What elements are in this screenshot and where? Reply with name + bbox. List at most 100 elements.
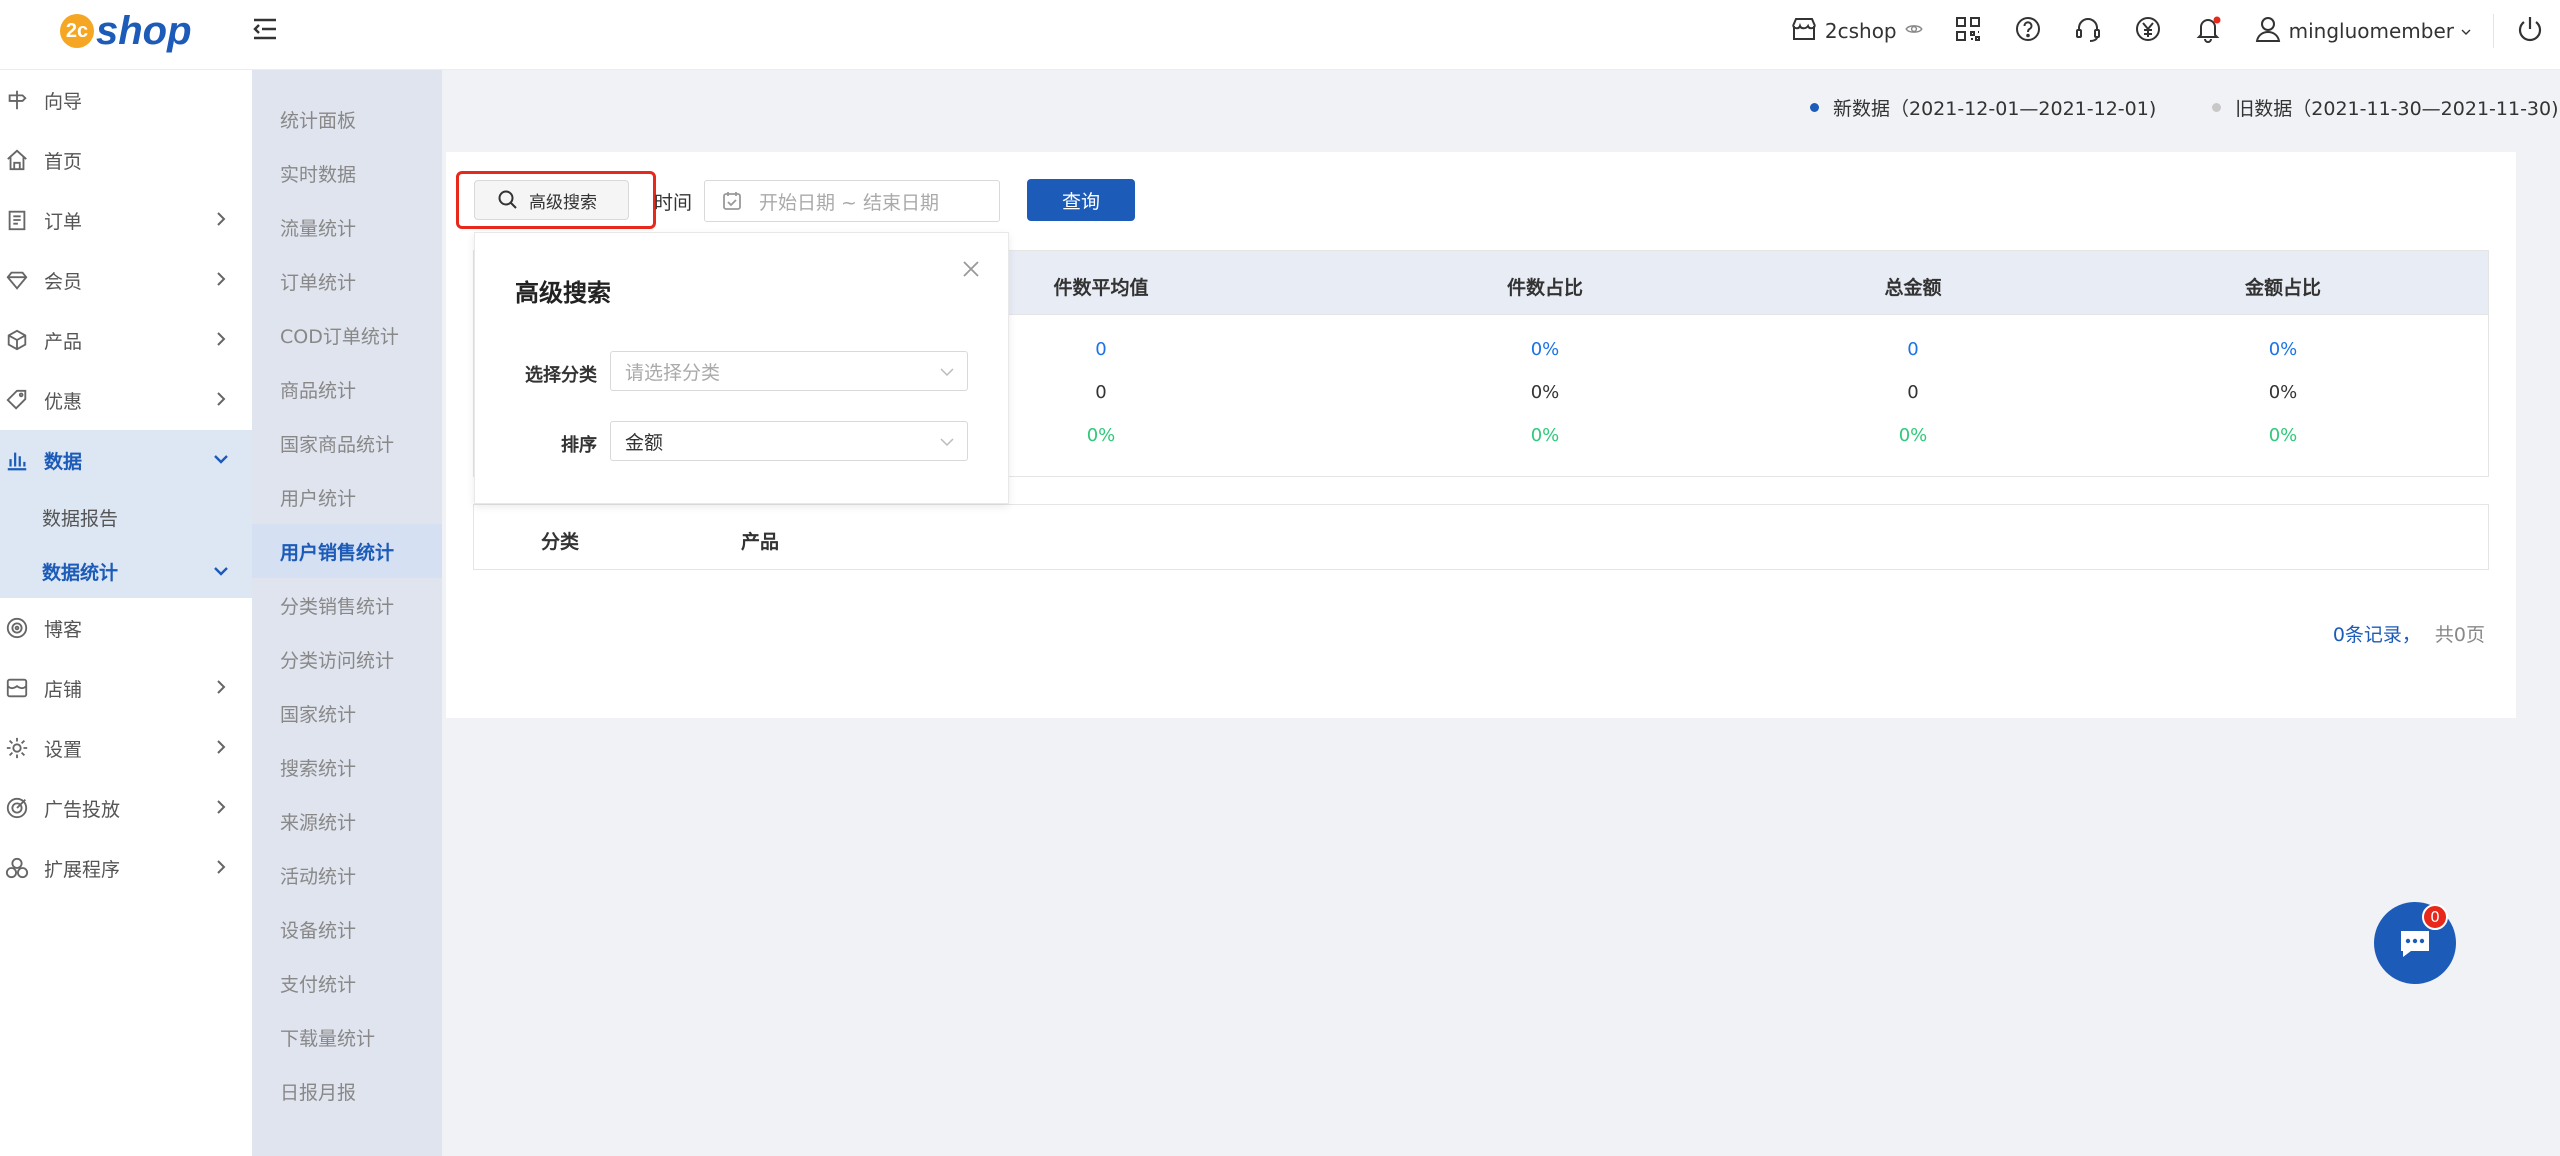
table-cell: 0 (1095, 339, 1107, 360)
new-data-label: 新数据（2021-12-01—2021-12-01) (1833, 98, 2157, 120)
sidebar-item-store[interactable]: 店铺 (0, 658, 252, 718)
sidebar-item-label: 广告投放 (44, 798, 121, 821)
chevron-right-icon (217, 740, 226, 754)
table-cell: 0% (1530, 339, 1560, 360)
sidebar-item-products[interactable]: 产品 (0, 310, 252, 370)
submenu-item[interactable]: 用户统计 (252, 470, 442, 524)
sidebar-item-label: 会员 (44, 270, 83, 293)
chevron-down-icon (940, 438, 954, 447)
category-select[interactable]: 请选择分类 (610, 351, 968, 391)
table-header: 件数占比 (1506, 277, 1584, 299)
qrcode-button[interactable] (1938, 0, 1998, 62)
sort-select[interactable]: 金额 (610, 421, 968, 461)
submenu-item[interactable]: 日报月报 (252, 1064, 442, 1118)
chevron-right-icon (217, 800, 226, 814)
support-button[interactable] (2058, 0, 2118, 62)
data-icon (4, 447, 30, 473)
table-header: 总金额 (1884, 277, 1942, 299)
submenu-item[interactable]: 国家商品统计 (252, 416, 442, 470)
sort-value: 金额 (625, 431, 664, 454)
chevron-down-icon (214, 567, 228, 576)
user-icon (2253, 14, 2283, 49)
submenu-item[interactable]: 流量统计 (252, 200, 442, 254)
sidebar-item-members[interactable]: 会员 (0, 250, 252, 310)
sidebar-item-ads[interactable]: 广告投放 (0, 778, 252, 838)
chevron-down-icon (214, 455, 228, 464)
product-icon (4, 327, 30, 353)
billing-button[interactable] (2118, 0, 2178, 62)
calendar-icon (723, 192, 741, 210)
submenu-item[interactable]: 支付统计 (252, 956, 442, 1010)
sidebar-subitem-data-report[interactable]: 数据报告 (0, 490, 252, 544)
submenu-item[interactable]: 下载量统计 (252, 1010, 442, 1064)
chevron-right-icon (217, 212, 226, 226)
date-range-input[interactable]: 开始日期 ~ 结束日期 (704, 180, 1000, 222)
top-bar: 2c shop 2cshop mingluomember (0, 0, 2560, 70)
sort-label: 排序 (561, 435, 597, 456)
order-icon (4, 207, 30, 233)
submenu-item[interactable]: 设备统计 (252, 902, 442, 956)
sidebar-item-label: 设置 (44, 738, 83, 761)
submenu-item[interactable]: 分类访问统计 (252, 632, 442, 686)
submenu-item[interactable]: 订单统计 (252, 254, 442, 308)
logo-text: shop (96, 8, 192, 53)
store-switch[interactable]: 2cshop (1774, 0, 1938, 62)
close-icon[interactable] (961, 259, 981, 279)
old-data-label: 旧数据（2021-11-30—2021-11-30) (2235, 98, 2559, 120)
sidebar-subitem-data-stats[interactable]: 数据统计 (0, 544, 252, 598)
query-button[interactable]: 查询 (1027, 179, 1135, 221)
table-cell: 0 (1907, 339, 1919, 360)
sidebar-item-label: 店铺 (44, 678, 83, 701)
user-menu[interactable]: mingluomember (2238, 0, 2487, 62)
extension-icon (4, 855, 30, 881)
menu-collapse-icon[interactable] (250, 14, 280, 44)
submenu-item[interactable]: COD订单统计 (252, 308, 442, 362)
blog-icon (4, 615, 30, 641)
stats-submenu: 统计面板 实时数据 流量统计 订单统计 COD订单统计 商品统计 国家商品统计 … (252, 70, 442, 1156)
date-legend: 新数据（2021-12-01—2021-12-01) 旧数据（2021-11-3… (1810, 94, 2559, 121)
sidebar-item-data[interactable]: 数据 (0, 430, 252, 490)
submenu-item[interactable]: 搜索统计 (252, 740, 442, 794)
category-placeholder: 请选择分类 (625, 361, 721, 384)
help-button[interactable] (1998, 0, 2058, 62)
table-cell: 0% (2268, 382, 2298, 403)
table-cell: 0% (2268, 339, 2298, 360)
old-data-dot (2212, 103, 2222, 112)
sidebar-item-settings[interactable]: 设置 (0, 718, 252, 778)
bell-icon (2193, 14, 2223, 49)
chevron-down-icon (2460, 19, 2472, 43)
yen-icon (2133, 14, 2163, 49)
sidebar-item-orders[interactable]: 订单 (0, 190, 252, 250)
sidebar-subitem-label: 数据统计 (42, 561, 119, 584)
submenu-item[interactable]: 分类销售统计 (252, 578, 442, 632)
guide-icon (4, 87, 30, 113)
table-cell: 0% (1898, 425, 1928, 446)
sidebar-item-home[interactable]: 首页 (0, 130, 252, 190)
submenu-item[interactable]: 统计面板 (252, 92, 442, 146)
chevron-right-icon (217, 392, 226, 406)
qrcode-icon (1953, 14, 1983, 49)
sidebar-item-extensions[interactable]: 扩展程序 (0, 838, 252, 898)
chevron-right-icon (217, 332, 226, 346)
table-cell: 0% (1530, 382, 1560, 403)
submenu-item[interactable]: 商品统计 (252, 362, 442, 416)
submenu-item[interactable]: 实时数据 (252, 146, 442, 200)
sidebar-subitem-label: 数据报告 (42, 507, 119, 530)
sidebar-item-blog[interactable]: 博客 (0, 598, 252, 658)
record-count: 0条记录， (2332, 624, 2421, 646)
sidebar-item-coupons[interactable]: 优惠 (0, 370, 252, 430)
submenu-item-active[interactable]: 用户销售统计 (252, 524, 442, 578)
time-label: 时间 (654, 192, 693, 214)
sidebar-item-guide[interactable]: 向导 (0, 70, 252, 130)
submenu-item[interactable]: 国家统计 (252, 686, 442, 740)
notifications-button[interactable] (2178, 0, 2238, 62)
table-cell: 0 (1095, 382, 1107, 403)
sidebar-item-label: 博客 (44, 618, 83, 641)
submenu-item[interactable]: 活动统计 (252, 848, 442, 902)
logo[interactable]: 2c shop (60, 6, 192, 56)
logout-button[interactable] (2500, 0, 2560, 62)
eye-icon[interactable] (1904, 19, 1923, 43)
chat-button[interactable]: 0 (2374, 902, 2456, 984)
sidebar-item-label: 向导 (44, 90, 83, 113)
submenu-item[interactable]: 来源统计 (252, 794, 442, 848)
